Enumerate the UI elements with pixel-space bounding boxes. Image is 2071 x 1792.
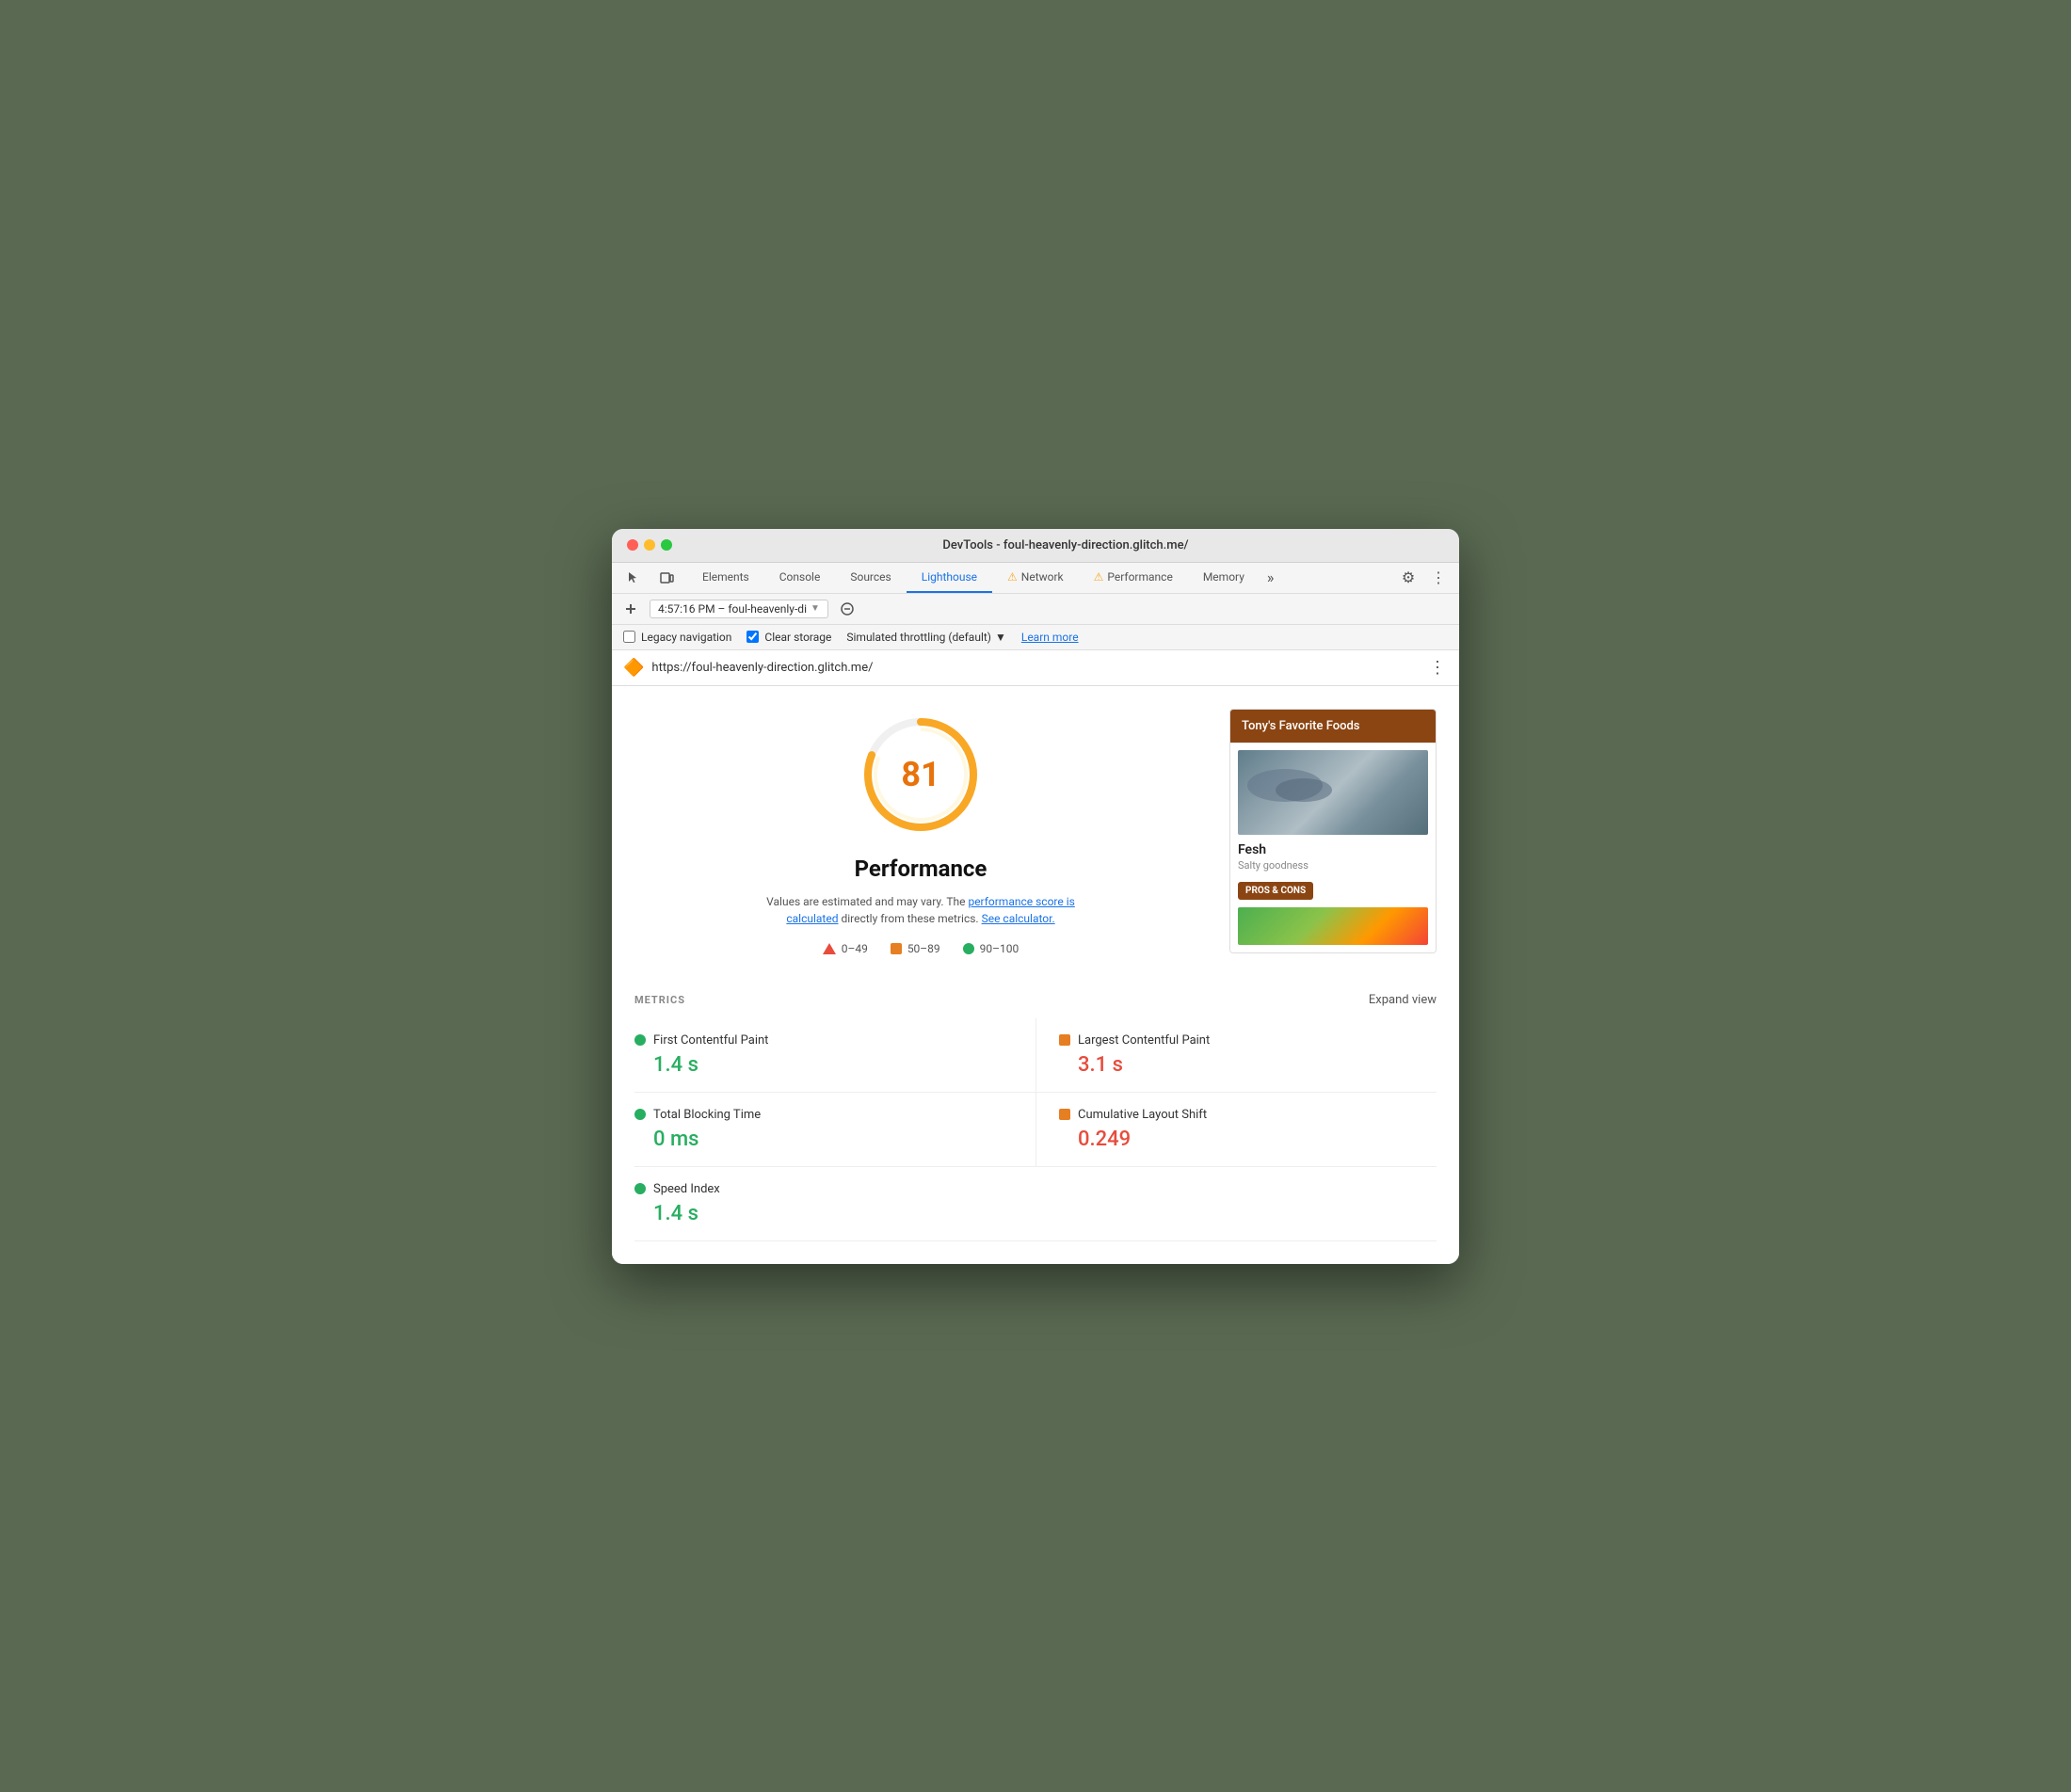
url-more-button[interactable]: ⋮	[1429, 658, 1448, 678]
score-legend: 0–49 50–89 90–100	[823, 942, 1019, 955]
tab-sources[interactable]: Sources	[835, 563, 906, 593]
tab-elements[interactable]: Elements	[687, 563, 764, 593]
throttle-select[interactable]: Simulated throttling (default) ▼	[846, 631, 1005, 644]
legacy-nav-input[interactable]	[623, 631, 635, 643]
metric-lcp-label-row: Largest Contentful Paint	[1059, 1033, 1437, 1048]
metric-cls-name: Cumulative Layout Shift	[1078, 1108, 1207, 1122]
legend-poor: 0–49	[823, 942, 868, 955]
fish-image	[1238, 750, 1428, 835]
performance-description: Values are estimated and may vary. The p…	[742, 893, 1100, 927]
toolbar-right: ⚙ ⋮	[1395, 565, 1452, 591]
expand-view-button[interactable]: Expand view	[1369, 993, 1437, 1007]
bottom-food-image	[1238, 907, 1428, 945]
title-bar: DevTools - foul-heavenly-direction.glitc…	[612, 529, 1459, 563]
metric-dot-green-si	[634, 1183, 646, 1194]
tab-bar: Elements Console Sources Lighthouse ⚠ Ne…	[612, 563, 1459, 594]
metric-cls-label-row: Cumulative Layout Shift	[1059, 1108, 1437, 1122]
metric-cls: Cumulative Layout Shift 0.249	[1036, 1093, 1437, 1167]
more-options-icon[interactable]: ⋮	[1425, 565, 1452, 591]
calculator-link[interactable]: See calculator.	[982, 912, 1055, 925]
metric-fcp-name: First Contentful Paint	[653, 1033, 768, 1048]
minimize-button[interactable]	[644, 539, 655, 551]
metric-dot-green-fcp	[634, 1034, 646, 1046]
metric-lcp-value: 3.1 s	[1078, 1053, 1437, 1077]
tab-more-button[interactable]: »	[1260, 563, 1282, 592]
top-section: 81 Performance Values are estimated and …	[634, 709, 1437, 955]
device-icon[interactable]	[653, 565, 680, 591]
metric-lcp-name: Largest Contentful Paint	[1078, 1033, 1210, 1048]
preview-header: Tony's Favorite Foods	[1230, 710, 1436, 743]
metric-fcp-value: 1.4 s	[653, 1053, 1013, 1077]
maximize-button[interactable]	[661, 539, 672, 551]
session-dropdown-arrow: ▼	[811, 603, 820, 614]
metric-si-value: 1.4 s	[653, 1202, 1414, 1225]
metrics-grid: First Contentful Paint 1.4 s Largest Con…	[634, 1018, 1437, 1167]
site-icon: 🔶	[623, 658, 644, 678]
tab-memory[interactable]: Memory	[1188, 563, 1260, 593]
metric-si: Speed Index 1.4 s	[634, 1167, 1437, 1241]
performance-title: Performance	[855, 856, 987, 882]
main-content: 81 Performance Values are estimated and …	[612, 686, 1459, 1264]
legend-needs-improvement: 50–89	[891, 942, 940, 955]
tab-network[interactable]: ⚠ Network	[992, 563, 1079, 593]
metric-fcp: First Contentful Paint 1.4 s	[634, 1018, 1036, 1093]
settings-icon[interactable]: ⚙	[1395, 565, 1421, 591]
pros-cons-button[interactable]: PROS & CONS	[1238, 882, 1313, 900]
metrics-label: METRICS	[634, 994, 685, 1006]
throttle-arrow: ▼	[995, 631, 1006, 644]
url-text: https://foul-heavenly-direction.glitch.m…	[651, 661, 1421, 675]
metric-dot-green-tbt	[634, 1109, 646, 1120]
devtools-window: DevTools - foul-heavenly-direction.glitc…	[612, 529, 1459, 1264]
metric-dot-orange-cls	[1059, 1109, 1070, 1120]
metric-si-name: Speed Index	[653, 1182, 720, 1196]
session-label[interactable]: 4:57:16 PM – foul-heavenly-di ▼	[650, 600, 828, 618]
close-button[interactable]	[627, 539, 638, 551]
score-section: 81 Performance Values are estimated and …	[634, 709, 1207, 955]
metric-fcp-label-row: First Contentful Paint	[634, 1033, 1013, 1048]
traffic-lights	[627, 539, 672, 551]
tab-console[interactable]: Console	[764, 563, 836, 593]
triangle-icon	[823, 943, 836, 954]
warning-icon-network: ⚠	[1007, 570, 1018, 584]
metric-tbt-label-row: Total Blocking Time	[634, 1108, 1013, 1122]
metric-cls-value: 0.249	[1078, 1128, 1437, 1151]
metrics-header: METRICS Expand view	[634, 993, 1437, 1007]
learn-more-link[interactable]: Learn more	[1021, 631, 1079, 644]
preview-card: Tony's Favorite Foods Fesh Salty goodnes…	[1229, 709, 1437, 953]
toolbar-row: 4:57:16 PM – foul-heavenly-di ▼	[612, 594, 1459, 625]
metric-lcp: Largest Contentful Paint 3.1 s	[1036, 1018, 1437, 1093]
metrics-section: METRICS Expand view First Contentful Pai…	[634, 993, 1437, 1241]
window-title: DevTools - foul-heavenly-direction.glitc…	[687, 538, 1444, 552]
legacy-nav-checkbox[interactable]: Legacy navigation	[623, 631, 731, 644]
clear-storage-input[interactable]	[747, 631, 759, 643]
delete-session-button[interactable]	[836, 598, 859, 620]
food-name: Fesh	[1238, 842, 1428, 857]
circle-icon	[963, 943, 974, 954]
toolbar-icons	[619, 565, 680, 591]
score-circle: 81	[855, 709, 987, 840]
preview-body: Fesh Salty goodness PROS & CONS	[1230, 743, 1436, 952]
cursor-icon[interactable]	[619, 565, 646, 591]
food-desc: Salty goodness	[1238, 859, 1428, 872]
metric-tbt: Total Blocking Time 0 ms	[634, 1093, 1036, 1167]
tab-lighthouse[interactable]: Lighthouse	[907, 563, 992, 593]
metric-dot-orange-lcp	[1059, 1034, 1070, 1046]
square-icon	[891, 943, 902, 954]
tab-performance[interactable]: ⚠ Performance	[1079, 563, 1188, 593]
metric-si-label-row: Speed Index	[634, 1182, 1414, 1196]
metric-tbt-value: 0 ms	[653, 1128, 1013, 1151]
url-bar: 🔶 https://foul-heavenly-direction.glitch…	[612, 650, 1459, 686]
metric-tbt-name: Total Blocking Time	[653, 1108, 761, 1122]
options-row: Legacy navigation Clear storage Simulate…	[612, 625, 1459, 650]
clear-storage-checkbox[interactable]: Clear storage	[747, 631, 831, 644]
add-session-button[interactable]	[619, 598, 642, 620]
warning-icon-perf: ⚠	[1094, 570, 1104, 584]
score-number: 81	[901, 755, 939, 794]
legend-good: 90–100	[963, 942, 1019, 955]
